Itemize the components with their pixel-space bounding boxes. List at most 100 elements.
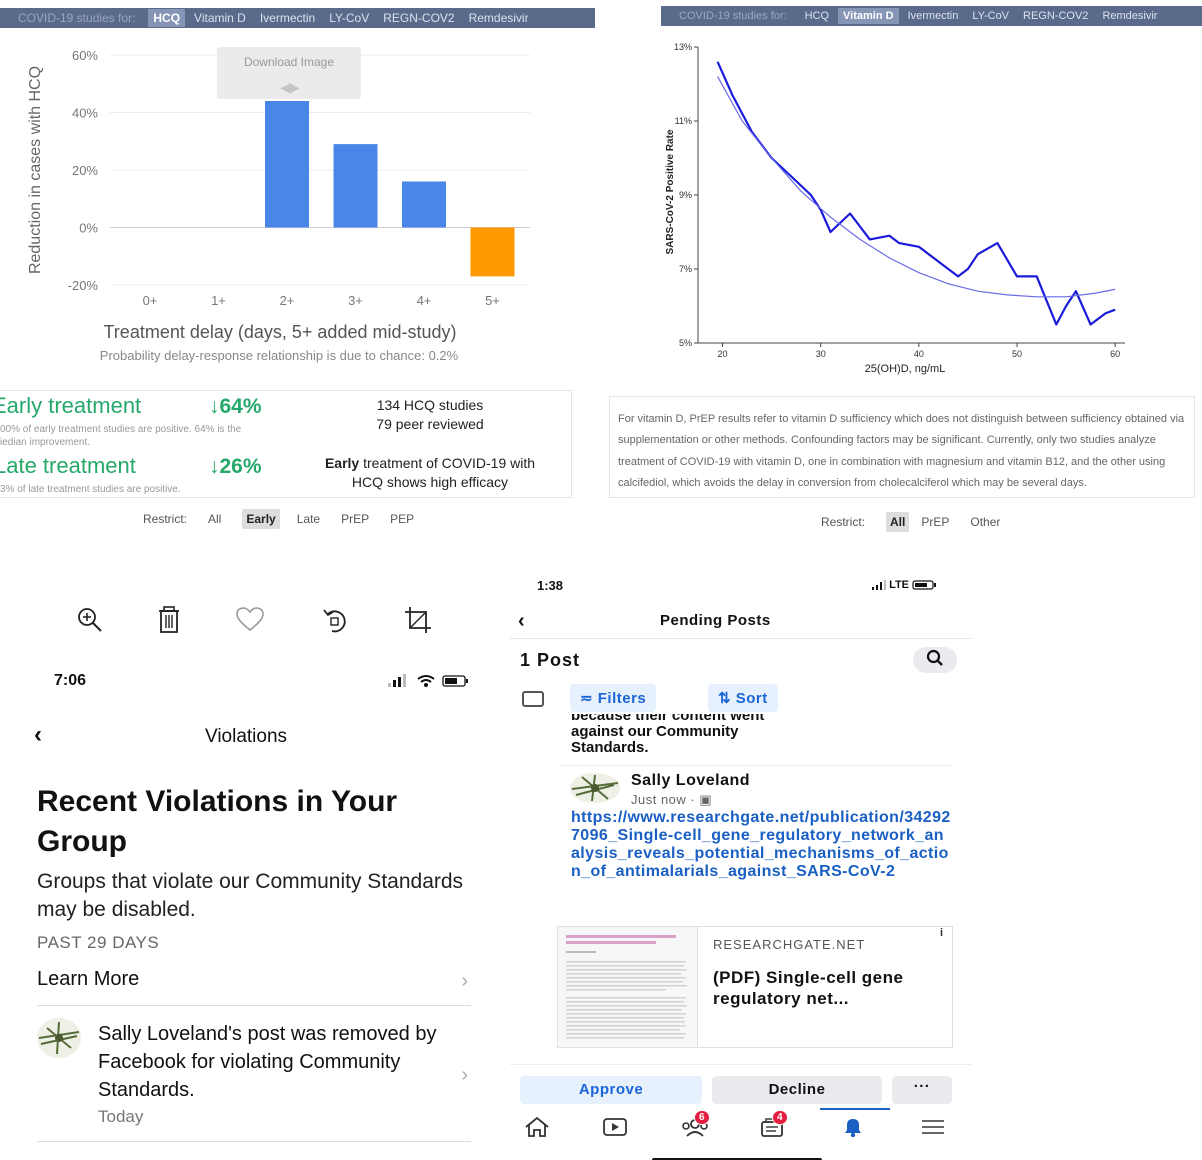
video-icon[interactable] bbox=[602, 1116, 628, 1144]
restrict-pep[interactable]: PEP bbox=[390, 512, 414, 526]
preview-site: RESEARCHGATE.NET bbox=[713, 937, 866, 952]
x-tick-label: 40 bbox=[914, 349, 924, 359]
bar bbox=[333, 144, 378, 228]
status-icons: LTE bbox=[872, 579, 938, 591]
efficacy-rest: treatment of COVID-19 with bbox=[359, 455, 536, 471]
bell-icon[interactable] bbox=[840, 1116, 866, 1144]
bar bbox=[470, 227, 515, 277]
nav-item-hcq[interactable]: HCQ bbox=[148, 9, 186, 27]
crop-icon[interactable] bbox=[404, 606, 432, 639]
download-image-label: Download Image bbox=[243, 55, 335, 69]
post-count: 1 Post bbox=[520, 650, 581, 670]
y-tick-label: 13% bbox=[674, 42, 692, 52]
nav-item-vitamin-d[interactable]: Vitamin D bbox=[838, 8, 899, 24]
menu-icon[interactable] bbox=[920, 1116, 946, 1144]
vitamin-d-note: For vitamin D, PrEP results refer to vit… bbox=[609, 396, 1195, 498]
restrict-all[interactable]: All bbox=[886, 512, 910, 532]
nav-label: COVID-19 studies for: bbox=[18, 11, 136, 25]
back-arrow-icon[interactable]: ‹ bbox=[518, 610, 525, 633]
early-treatment-pct: ↓64% bbox=[209, 395, 262, 418]
x-tick-label: 50 bbox=[1012, 349, 1022, 359]
early-treatment-title: Early treatment bbox=[0, 393, 142, 418]
efficacy-line2: HCQ shows high efficacy bbox=[351, 474, 509, 490]
nav-item-regn-cov2[interactable]: REGN-COV2 bbox=[1023, 10, 1088, 22]
back-arrow-icon[interactable]: ‹ bbox=[34, 721, 42, 749]
restrict-all[interactable]: All bbox=[208, 512, 221, 526]
y-tick-label: 11% bbox=[675, 116, 692, 126]
code-arrows-icon: ◀▶ bbox=[280, 79, 300, 95]
download-image-tooltip[interactable]: Download Image ◀▶ bbox=[217, 47, 361, 99]
nav-item-ivermectin[interactable]: Ivermectin bbox=[908, 10, 959, 22]
y-tick-label: 9% bbox=[679, 190, 692, 200]
restrict-other[interactable]: Other bbox=[970, 515, 1000, 529]
header-divider bbox=[510, 638, 972, 639]
rotate-icon[interactable] bbox=[320, 606, 350, 639]
x-tick-label: 60 bbox=[1110, 349, 1120, 359]
x-tick-label: 20 bbox=[718, 349, 728, 359]
restrict-prep[interactable]: PrEP bbox=[921, 515, 949, 529]
nav-item-remdesivir[interactable]: Remdesivir bbox=[1102, 10, 1157, 22]
chevron-right-icon: › bbox=[461, 1064, 468, 1086]
more-options-button[interactable]: ··· bbox=[892, 1076, 952, 1104]
search-icon[interactable] bbox=[913, 647, 957, 673]
nav-label: COVID-19 studies for: bbox=[679, 10, 787, 22]
post-time-text: Just now · bbox=[631, 792, 696, 807]
nav-item-regn-cov2[interactable]: REGN-COV2 bbox=[383, 11, 454, 25]
post-author[interactable]: Sally Loveland bbox=[631, 772, 750, 790]
select-all-checkbox[interactable] bbox=[522, 691, 544, 707]
nav-item-ly-cov[interactable]: LY-CoV bbox=[972, 10, 1009, 22]
nav-item-vitamin-d[interactable]: Vitamin D bbox=[194, 11, 246, 25]
vitamin-d-panel: COVID-19 studies for: HCQ Vitamin D Iver… bbox=[595, 0, 1202, 545]
sort-button[interactable]: ⇅ Sort bbox=[708, 684, 778, 712]
filters-label: Filters bbox=[597, 690, 647, 707]
status-icons bbox=[388, 674, 472, 691]
y-tick-label: -20% bbox=[68, 278, 99, 293]
info-icon[interactable]: i bbox=[940, 927, 943, 939]
chevron-right-icon: › bbox=[461, 970, 468, 992]
post-divider bbox=[558, 765, 953, 766]
pages-icon[interactable]: 4 bbox=[758, 1110, 788, 1144]
nav-item-ivermectin[interactable]: Ivermectin bbox=[260, 11, 315, 25]
peer-reviewed-count: 79 peer reviewed bbox=[376, 416, 484, 432]
trash-icon[interactable] bbox=[156, 606, 182, 639]
link-preview-card[interactable]: RESEARCHGATE.NET (PDF) Single-cell gene … bbox=[557, 926, 953, 1048]
page-heading: Recent Violations in Your Group bbox=[37, 785, 398, 858]
restrict-prep[interactable]: PrEP bbox=[341, 512, 369, 526]
violation-time: Today bbox=[98, 1107, 144, 1126]
x-tick-label: 0+ bbox=[143, 293, 158, 308]
approve-button[interactable]: Approve bbox=[520, 1076, 702, 1104]
home-icon[interactable] bbox=[524, 1116, 550, 1144]
x-tick-label: 3+ bbox=[348, 293, 363, 308]
network-label: LTE bbox=[889, 579, 910, 591]
post-link[interactable]: https://www.researchgate.net/publication… bbox=[571, 809, 951, 881]
heart-icon[interactable] bbox=[235, 606, 265, 637]
x-axis-label: Treatment delay (days, 5+ added mid-stud… bbox=[103, 322, 456, 342]
hcq-study-nav: COVID-19 studies for: HCQ Vitamin D Iver… bbox=[0, 8, 595, 28]
late-treatment-title: Late treatment bbox=[0, 453, 136, 478]
efficacy-bold: Early bbox=[324, 455, 360, 471]
hcq-panel: COVID-19 studies for: HCQ Vitamin D Iver… bbox=[0, 0, 595, 545]
restrict-early[interactable]: Early bbox=[242, 509, 280, 529]
bottom-tab-bar: 6 4 bbox=[500, 1108, 975, 1150]
x-axis-label: 25(OH)D, ng/mL bbox=[865, 363, 946, 375]
learn-more-row[interactable]: Learn More › bbox=[37, 968, 471, 1006]
x-tick-label: 4+ bbox=[417, 293, 432, 308]
filters-button[interactable]: ≂ Filters bbox=[570, 684, 657, 712]
post-timestamp: Just now · ▣ bbox=[631, 792, 712, 808]
violation-list-item[interactable]: Sally Loveland's post was removed by Fac… bbox=[37, 1018, 471, 1142]
y-axis-label: SARS-CoV-2 Positive Rate bbox=[665, 129, 676, 254]
observed-rate-line bbox=[716, 61, 1116, 326]
early-sub-line2: iedian improvement. bbox=[0, 437, 91, 448]
nav-item-ly-cov[interactable]: LY-CoV bbox=[329, 11, 369, 25]
nav-item-remdesivir[interactable]: Remdesivir bbox=[469, 11, 529, 25]
decline-button[interactable]: Decline bbox=[712, 1076, 882, 1104]
nav-item-hcq[interactable]: HCQ bbox=[805, 10, 829, 22]
y-tick-label: 0% bbox=[79, 221, 98, 236]
restrict-late[interactable]: Late bbox=[297, 512, 320, 526]
violation-text: Sally Loveland's post was removed by Fac… bbox=[98, 1023, 437, 1101]
avatar[interactable] bbox=[570, 773, 620, 803]
groups-icon[interactable]: 6 bbox=[680, 1110, 710, 1144]
y-tick-label: 40% bbox=[72, 106, 98, 121]
zoom-in-icon[interactable] bbox=[76, 606, 104, 639]
vitd-study-nav: COVID-19 studies for: HCQ Vitamin D Iver… bbox=[661, 6, 1202, 26]
